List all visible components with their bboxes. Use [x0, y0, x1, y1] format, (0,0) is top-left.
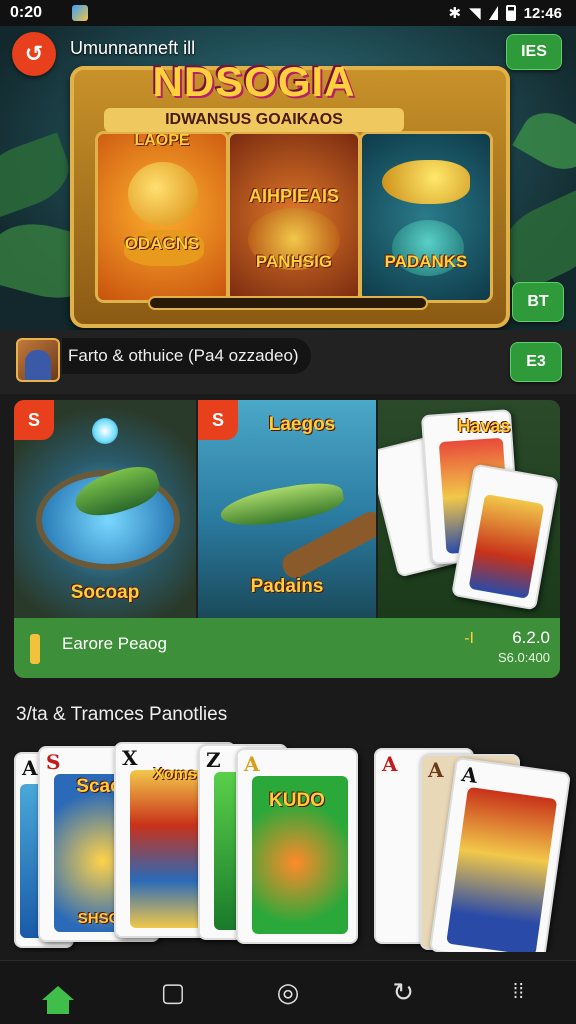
compass-icon: ◎	[276, 977, 300, 1007]
pike-fish-icon	[217, 477, 347, 533]
promo-text: Farto & othuice (Pa4 ozzadeo)	[62, 338, 311, 374]
square-icon: ▢	[160, 977, 186, 1007]
avatar[interactable]	[16, 338, 60, 382]
slot-reel-1-label: ODAGNS	[124, 234, 200, 253]
card-corner: A	[22, 756, 38, 780]
status-left: 0:20	[10, 4, 89, 22]
leaf-decoration	[512, 101, 576, 181]
app-logo-button[interactable]: ↺	[12, 32, 56, 76]
game-tile-1-caption: Socoap	[70, 582, 140, 603]
nav-compass[interactable]: ◎	[258, 967, 318, 1019]
yellow-fish-icon	[382, 160, 470, 204]
games-footer[interactable]: Earore Peaog -I 6.2.0 S6.0:400	[14, 618, 560, 678]
key-icon	[30, 634, 40, 664]
game-tile-2-top-caption: Laegos	[268, 414, 336, 435]
games-footer-label: Earore Peaog	[62, 634, 167, 653]
slot-reel-3-label: PADANKS	[384, 252, 468, 271]
nav-refresh[interactable]: ↻	[373, 967, 433, 1019]
game-tile-2[interactable]: S Laegos Padains	[198, 400, 376, 618]
game-tile-1-badge: S	[14, 400, 54, 440]
card-corner: A	[428, 758, 444, 782]
leaf-decoration	[0, 132, 78, 220]
app-name: Umunnanneft ill	[70, 38, 196, 58]
wifi-icon: ◥	[469, 5, 481, 22]
slot-reel-1[interactable]: ODAGNS LAOPE	[98, 134, 226, 300]
promo-row: Farto & othuice (Pa4 ozzadeo) E3	[0, 330, 576, 394]
battery-icon	[505, 5, 516, 21]
nav-square[interactable]: ▢	[143, 967, 203, 1019]
logo-glyph-icon: ↺	[24, 41, 44, 66]
card-corner: S	[46, 750, 61, 774]
hero-progress-track	[148, 296, 428, 310]
slot-reel-2[interactable]: AIHPIEAIS PANHSIG	[230, 134, 358, 300]
glow-orb-icon	[92, 418, 118, 444]
hero-banner[interactable]: ↺ Umunnanneft ill IES ODAGNS LAOPE AIHPI…	[0, 26, 576, 330]
slot-reel-2-top-label: AIHPIEAIS	[248, 186, 340, 206]
games-footer-sub: S6.0:400	[497, 650, 550, 665]
card-face-king	[446, 786, 558, 952]
app-notification-icon	[72, 5, 89, 21]
hero-title: NDSOGIA	[152, 58, 356, 105]
game-tile-3-top-caption: Havas	[457, 416, 511, 436]
games-footer-mark: -I	[464, 630, 474, 647]
card-face-queen	[468, 493, 545, 599]
promo-button[interactable]: E3	[510, 342, 562, 382]
cards-row: A S Scao SHSO X Xoms Z A KUDO A A A	[14, 740, 576, 952]
status-bar: 0:20 ✱ ◥ 12:46	[0, 0, 576, 26]
card-corner: Z	[206, 748, 221, 772]
fish-character-icon	[128, 162, 198, 226]
more-icon: ⁞⁞	[512, 981, 524, 1003]
games-footer-value: 6.2.0	[512, 628, 550, 647]
card-corner: A	[382, 752, 398, 776]
status-right: ✱ ◥ 12:46	[448, 4, 563, 23]
card-corner: A	[244, 752, 260, 776]
hero-side-button[interactable]: BT	[512, 282, 564, 322]
slot-reel-2-label: PANHSIG	[255, 252, 333, 271]
game-card-5[interactable]: A KUDO	[236, 748, 358, 944]
game-tile-3[interactable]: Havas	[378, 400, 560, 618]
home-icon	[41, 985, 74, 1014]
nav-home[interactable]	[28, 967, 88, 1019]
card-corner: A	[460, 761, 479, 788]
top-right-button[interactable]: IES	[506, 34, 562, 70]
bluetooth-icon: ✱	[448, 5, 462, 22]
status-clock: 12:46	[523, 4, 562, 22]
featured-games-card: S Socoap S Laegos Padains Havas Earore P…	[14, 400, 560, 678]
hero-subtitle: IDWANSUS GOAIKAOS	[104, 108, 404, 132]
signal-icon	[488, 6, 498, 20]
bottom-nav: ▢ ◎ ↻ ⁞⁞	[0, 960, 576, 1024]
avatar-figure-icon	[25, 350, 51, 380]
section-title: 3/ta & Tramces Panotlies	[16, 704, 228, 725]
card-corner: X	[122, 746, 138, 770]
status-time: 0:20	[10, 4, 43, 21]
slot-reel-3[interactable]: PADANKS	[362, 134, 490, 300]
refresh-icon: ↻	[392, 977, 415, 1007]
slot-reel-1-top-label: LAOPE	[134, 134, 190, 149]
game-tile-2-caption: Padains	[250, 576, 324, 597]
nav-more[interactable]: ⁞⁞	[488, 967, 548, 1019]
game-tile-1[interactable]: S Socoap	[14, 400, 196, 618]
card-caption: KUDO	[269, 790, 325, 811]
